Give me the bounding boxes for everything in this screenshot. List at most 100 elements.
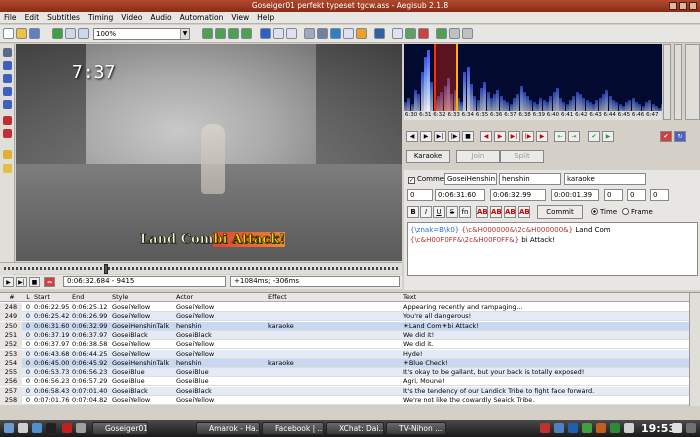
audio-volume-slider[interactable]	[674, 44, 682, 120]
jump-to-icon[interactable]	[52, 28, 63, 39]
styles-icon[interactable]	[273, 28, 284, 39]
taskbar-task[interactable]: Amarok - Ha...	[196, 422, 260, 435]
grid-row[interactable]: 252 0 0:06:37.97 0:06:38.58 GoseiYellow Gosei…	[0, 340, 689, 350]
grid-row[interactable]: 250 0 0:06:31.60 0:06:32.99 GoseiHenshinTalk…	[0, 321, 689, 331]
grid-header-effect[interactable]: Effect	[268, 293, 401, 302]
arrow-icon[interactable]	[672, 423, 682, 433]
kde-menu-icon[interactable]	[4, 423, 14, 433]
network-icon[interactable]	[540, 423, 550, 433]
grid-header-style[interactable]: Style	[112, 293, 174, 302]
bold-button[interactable]: B	[407, 206, 419, 218]
menu-audio[interactable]: Audio	[146, 12, 175, 24]
actor-select[interactable]: henshin	[499, 173, 561, 185]
grid-scrollbar[interactable]	[689, 293, 700, 406]
outline-color-button[interactable]: AB	[504, 206, 516, 218]
play-after-icon[interactable]: ▶	[494, 131, 506, 142]
audio-selection[interactable]	[434, 44, 458, 112]
stop-icon[interactable]: ■	[29, 277, 40, 287]
open-folder-icon[interactable]	[16, 28, 27, 39]
resample-icon[interactable]	[343, 28, 354, 39]
grid-header-actor[interactable]: Actor	[176, 293, 266, 302]
underline-button[interactable]: U	[433, 206, 445, 218]
goto-icon[interactable]: ▶	[602, 131, 614, 142]
grid-row[interactable]: 256 0 0:06:56.23 0:06:57.29 GoseiBlue GoseiBl…	[0, 377, 689, 387]
grid-row[interactable]: 249 0 0:06:25.42 0:06:26.99 GoseiYellow Gosei…	[0, 312, 689, 322]
seek-thumb[interactable]	[104, 264, 108, 274]
video-display[interactable]: 7:37 Land Combi Attack!	[16, 44, 402, 261]
update-icon[interactable]	[596, 423, 606, 433]
end-time-field[interactable]: 0:06:32.99	[490, 189, 546, 201]
maximize-button[interactable]	[679, 2, 687, 10]
scale-tool-icon[interactable]	[3, 100, 12, 109]
video-seek-bar[interactable]	[0, 262, 402, 274]
style-select[interactable]: GoseiHenshin	[444, 173, 497, 185]
menu-help[interactable]: Help	[253, 12, 278, 24]
set-start-icon[interactable]	[228, 28, 239, 39]
menu-video[interactable]: Video	[117, 12, 146, 24]
wifi-icon[interactable]	[582, 423, 592, 433]
notifier-icon[interactable]	[624, 423, 634, 433]
play-first-icon[interactable]: ▶|	[508, 131, 520, 142]
commit-button[interactable]: Commit	[537, 205, 583, 219]
menu-view[interactable]: View	[227, 12, 253, 24]
prev-line-icon[interactable]: ◀	[406, 131, 418, 142]
strikeout-button[interactable]: S	[446, 206, 458, 218]
rotate-xy-icon[interactable]	[3, 87, 12, 96]
options-icon[interactable]	[405, 28, 416, 39]
volume-icon[interactable]	[568, 423, 578, 433]
timing-post-icon[interactable]	[356, 28, 367, 39]
minimize-button[interactable]	[669, 2, 677, 10]
attachments-icon[interactable]	[304, 28, 315, 39]
grid-header-text[interactable]: Text	[403, 293, 689, 302]
realtime-icon[interactable]	[3, 150, 12, 159]
split-button[interactable]: Split	[500, 150, 544, 163]
snap-icon[interactable]	[260, 28, 271, 39]
margin-left-field[interactable]: 0	[604, 189, 623, 201]
ass-override-icon[interactable]	[436, 28, 447, 39]
close-button[interactable]	[689, 2, 697, 10]
kanji-timer-icon[interactable]	[374, 28, 385, 39]
taskbar-task[interactable]: Goseiger01 ...	[92, 422, 148, 435]
spell-check-icon[interactable]	[392, 28, 403, 39]
menu-file[interactable]: File	[0, 12, 21, 24]
play-to-end-icon[interactable]: ▶	[536, 131, 548, 142]
autoscroll-icon[interactable]: ⇔	[44, 277, 55, 287]
confirm-icon[interactable]: ✔	[660, 131, 672, 142]
jump-start-icon[interactable]	[202, 28, 213, 39]
new-file-icon[interactable]	[3, 28, 14, 39]
drag-tool-icon[interactable]	[3, 61, 12, 70]
play-line-icon[interactable]: ▶|	[16, 277, 27, 287]
subtitle-text-editor[interactable]: {\znak=B\k0} {\c&H000000&\2c&H000000&} L…	[407, 222, 698, 276]
margin-right-field[interactable]: 0	[627, 189, 646, 201]
auto-commit-icon[interactable]: ↻	[674, 131, 686, 142]
grid-row[interactable]: 258 0 0:07:01.76 0:07:04.82 GoseiYellow Gosei…	[0, 396, 689, 405]
zoom-in-icon[interactable]	[65, 28, 76, 39]
grid-header-l[interactable]: L	[24, 293, 32, 302]
desktop-icon[interactable]	[18, 423, 28, 433]
clip-tool-icon[interactable]	[3, 116, 12, 125]
vector-clip-icon[interactable]	[3, 129, 12, 138]
stop-audio-icon[interactable]: ■	[462, 131, 474, 142]
start-time-field[interactable]: 0:06:31.60	[435, 189, 485, 201]
set-end-icon[interactable]	[241, 28, 252, 39]
join-button[interactable]: Join	[456, 150, 500, 163]
grid-row[interactable]: 251 0 0:06:37.19 0:06:37.97 GoseiBlack GoseiB…	[0, 330, 689, 340]
auto-scroll-icon[interactable]	[449, 28, 460, 39]
shadow-color-button[interactable]: AB	[518, 206, 530, 218]
grid-header-start[interactable]: Start	[34, 293, 70, 302]
dolphin-icon[interactable]	[32, 423, 42, 433]
play-before-icon[interactable]: ◀	[480, 131, 492, 142]
opera-icon[interactable]	[62, 423, 72, 433]
save-icon[interactable]	[29, 28, 40, 39]
grid-header-end[interactable]: End	[72, 293, 110, 302]
lead-out-icon[interactable]: ⇥	[568, 131, 580, 142]
automation-icon[interactable]	[418, 28, 429, 39]
jump-end-icon[interactable]	[215, 28, 226, 39]
lead-in-icon[interactable]: ⇤	[554, 131, 566, 142]
grid-row[interactable]: 253 0 0:06:43.68 0:06:44.25 GoseiYellow Gosei…	[0, 349, 689, 359]
grid-row[interactable]: 257 0 0:06:58.43 0:07:01.40 GoseiBlack GoseiB…	[0, 386, 689, 396]
next-line-icon[interactable]: ▶	[420, 131, 432, 142]
grid-row[interactable]: 254 0 0:06:45.00 0:06:45.92 GoseiHenshinTalk…	[0, 358, 689, 368]
rotate-z-icon[interactable]	[3, 74, 12, 83]
play-line-audio-icon[interactable]: |▶	[448, 131, 460, 142]
